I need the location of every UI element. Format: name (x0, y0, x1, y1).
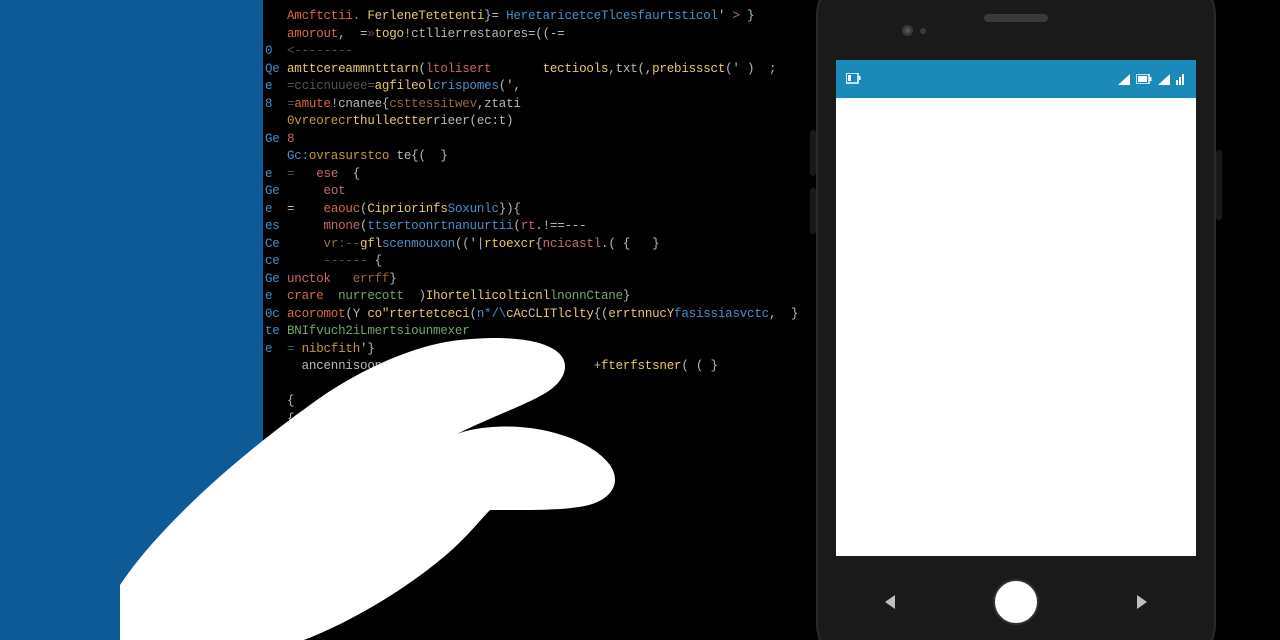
battery-icon (1136, 74, 1152, 84)
phone-screen[interactable] (836, 60, 1196, 556)
android-nav-bar (836, 572, 1196, 632)
phone-emulator (816, 0, 1216, 640)
left-panel (0, 0, 263, 640)
signal-icon (1118, 74, 1130, 85)
front-camera (902, 25, 913, 36)
status-bar (836, 60, 1196, 98)
speaker-grille (984, 14, 1048, 22)
home-button[interactable] (993, 579, 1039, 625)
code-editor[interactable]: Amcftctii. FerleneTetetenti}= Heretarice… (265, 8, 785, 428)
network-icon (1176, 74, 1186, 85)
proximity-sensor (920, 28, 926, 34)
recent-apps-icon[interactable] (1132, 593, 1150, 611)
ide-and-emulator: Amcftctii. FerleneTetetenti}= Heretarice… (0, 0, 1280, 640)
phone-frame (816, 0, 1216, 640)
back-icon[interactable] (882, 593, 900, 611)
signal-icon-2 (1158, 74, 1170, 85)
power-button[interactable] (1216, 150, 1222, 220)
wifi-icon (846, 73, 864, 85)
